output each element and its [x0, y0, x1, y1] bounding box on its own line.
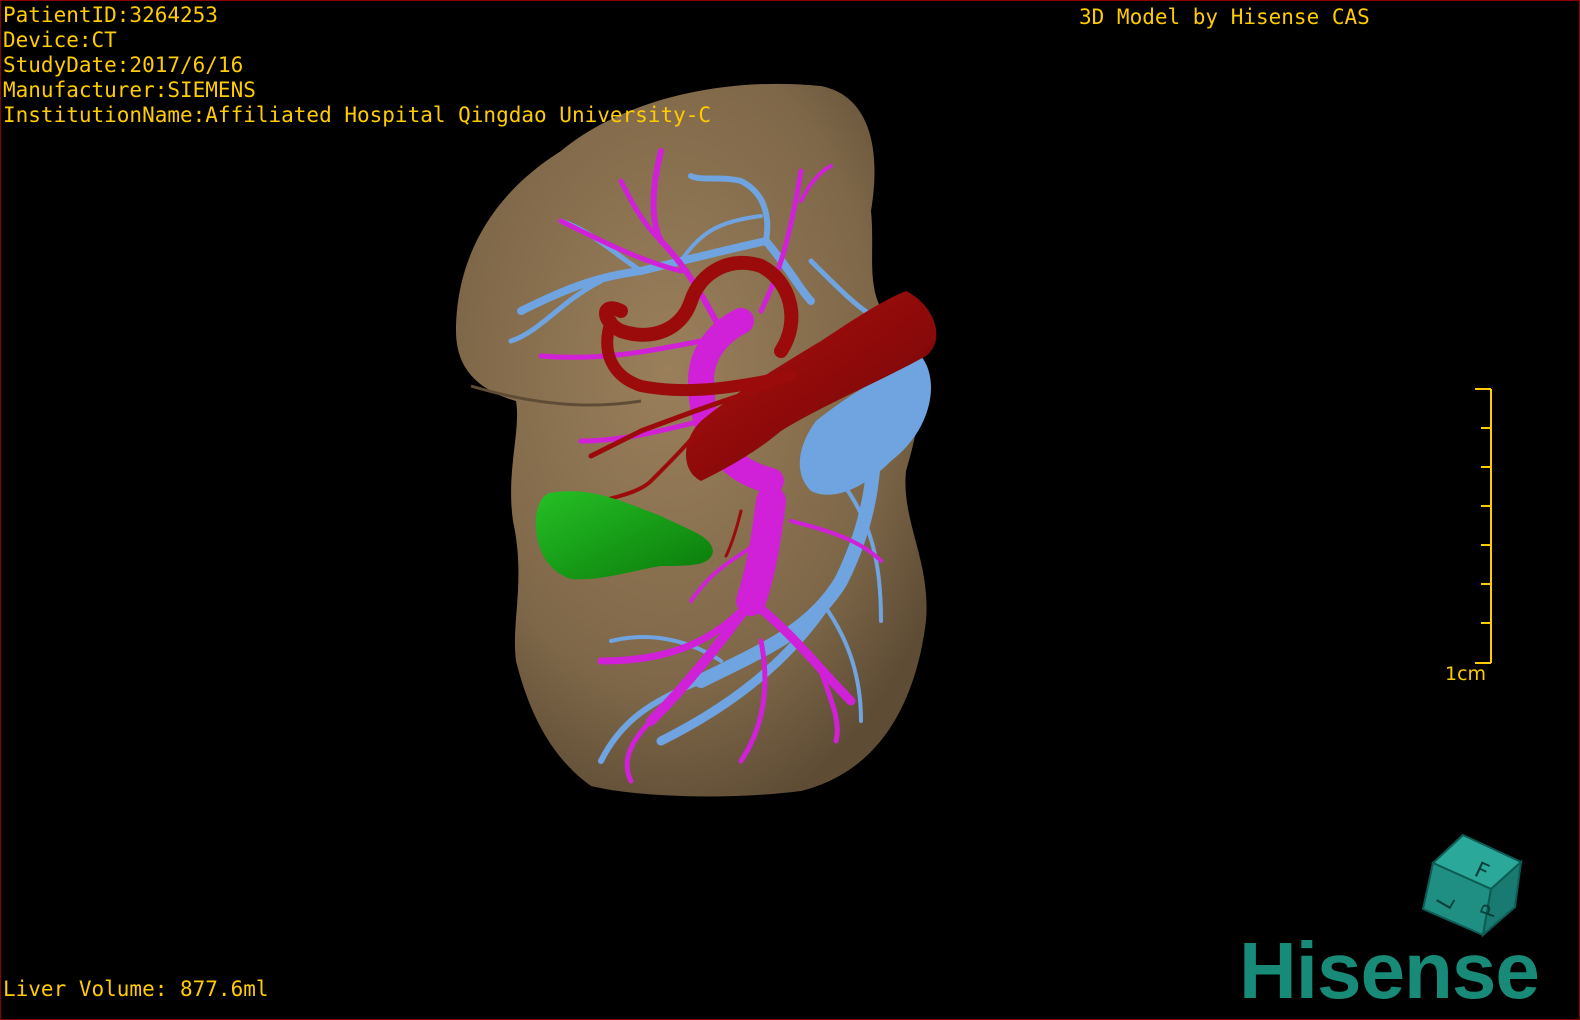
study-date: StudyDate:2017/6/16 — [3, 53, 244, 77]
institution-name: InstitutionName:Affiliated Hospital Qing… — [3, 103, 712, 127]
liver-volume: Liver Volume: 877.6ml — [3, 977, 269, 1001]
3d-viewport[interactable]: PatientID:3264253 Device:CT StudyDate:20… — [0, 0, 1580, 1020]
study-info-block: PatientID:3264253 Device:CT StudyDate:20… — [3, 3, 711, 128]
manufacturer: Manufacturer:SIEMENS — [3, 78, 256, 102]
model-credit: 3D Model by Hisense CAS — [1079, 5, 1370, 29]
hisense-logo: Hisense — [1239, 926, 1540, 1015]
orientation-cube[interactable]: L F P — [1413, 827, 1533, 942]
scale-bar — [1475, 388, 1492, 664]
patient-id: PatientID:3264253 — [3, 3, 218, 27]
scale-label: 1cm — [1445, 663, 1487, 685]
liver-3d-model[interactable] — [1, 1, 1579, 1019]
device: Device:CT — [3, 28, 117, 52]
